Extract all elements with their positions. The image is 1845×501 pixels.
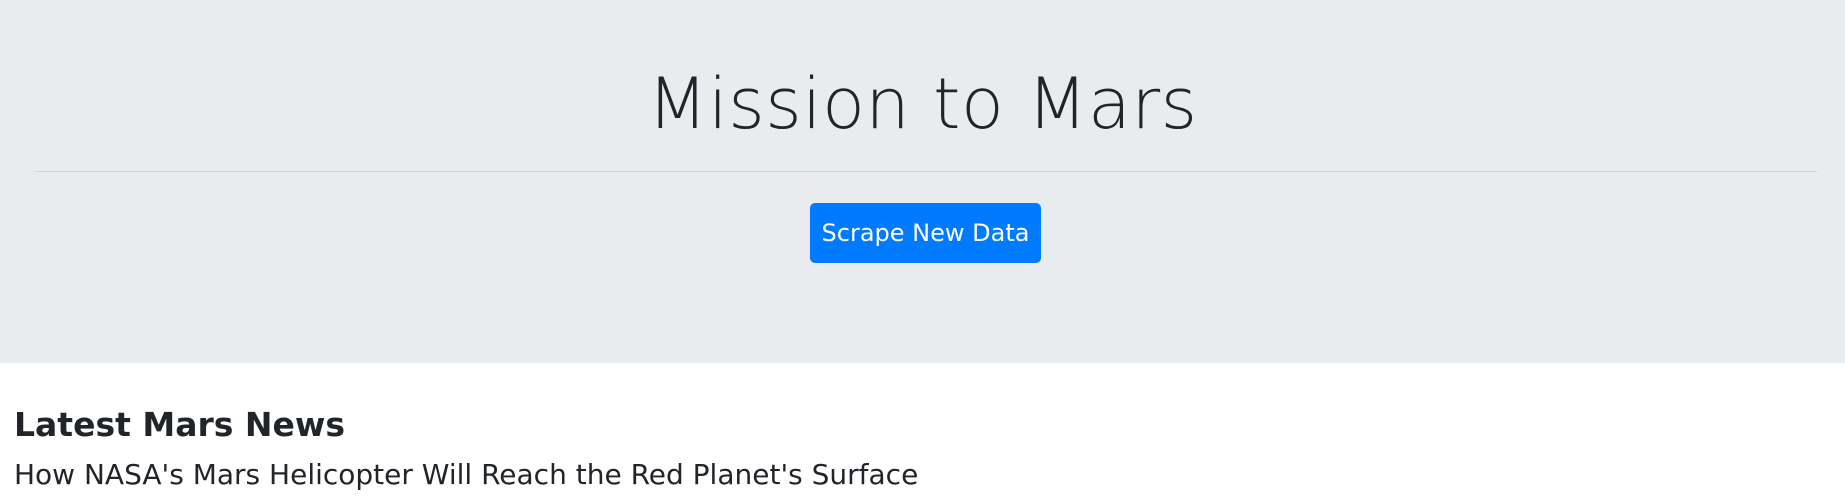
scrape-new-data-button[interactable]: Scrape New Data: [810, 203, 1041, 263]
divider: [35, 171, 1817, 172]
latest-news-section: Latest Mars News How NASA's Mars Helicop…: [14, 400, 1814, 500]
news-title: How NASA's Mars Helicopter Will Reach th…: [14, 458, 919, 491]
page-title: Mission to Mars: [647, 63, 1198, 145]
jumbotron-header: Mission to Mars Scrape New Data: [0, 0, 1845, 363]
news-heading: Latest Mars News: [14, 405, 345, 444]
